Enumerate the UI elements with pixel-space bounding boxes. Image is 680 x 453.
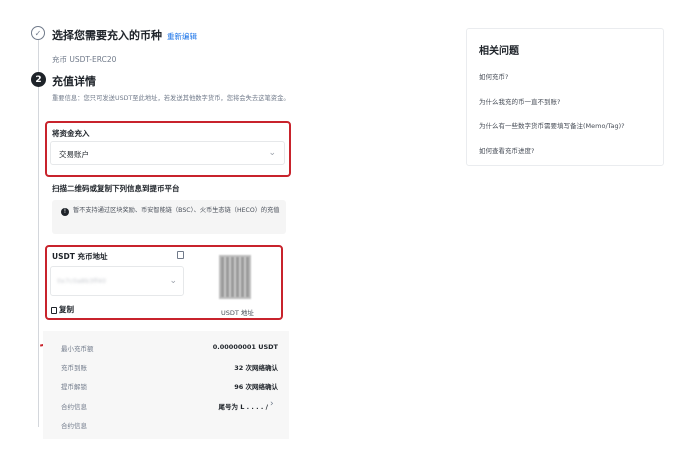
faq-link[interactable]: 如何充币?	[479, 71, 508, 81]
info-icon: !	[61, 208, 69, 216]
chevron-down-icon: ⌄	[268, 148, 276, 158]
address-label: USDT 充币地址	[52, 252, 108, 261]
address-field[interactable]: 0x7c0a8b3ff40 ⌄	[50, 266, 184, 296]
related-questions-card: 相关问题 如何充币? 为什么我充的币一直不到账? 为什么有一些数字货币需要填写备…	[466, 28, 664, 166]
detail-label: 充币到账	[61, 364, 87, 372]
detail-label: 合约信息	[61, 422, 87, 430]
deposit-to-value: 交易账户	[59, 150, 89, 159]
detail-label: 最小充币额	[61, 345, 94, 353]
faq-link[interactable]: 为什么我充的币一直不到账?	[479, 96, 560, 106]
stepper-line	[38, 87, 39, 427]
copy-label: 复制	[59, 305, 74, 314]
contract-value[interactable]: 尾号为 L . . . . /	[219, 401, 268, 411]
selected-coin: 充币 USDT-ERC20	[52, 55, 117, 64]
edit-coin-link[interactable]: 重新编辑	[167, 31, 197, 42]
scan-heading: 扫描二维码或复制下列信息到提币平台	[52, 184, 180, 193]
copy-icon	[51, 306, 57, 314]
chevron-right-icon[interactable]: ›	[270, 399, 274, 409]
step-number: 2	[31, 72, 46, 87]
detail-label: 提币解锁	[61, 383, 87, 391]
detail-value: 32 次网络确认	[234, 364, 278, 372]
faq-link[interactable]: 如何查看充币进度?	[479, 145, 534, 155]
step-check-icon: ✓	[31, 26, 45, 40]
qr-toggle-icon[interactable]	[177, 251, 184, 259]
detail-value: 96 次网络确认	[234, 383, 278, 391]
stepper-line	[38, 40, 39, 72]
deposit-warning: 重要信息：您只可发送USDT至此地址，若发送其他数字货币，您将会失去这笔资金。	[52, 95, 290, 102]
detail-label: 合约信息	[61, 403, 87, 411]
qr-code	[219, 255, 251, 299]
faq-link[interactable]: 为什么有一些数字货币需要填写备注(Memo/Tag)?	[479, 120, 625, 130]
network-notice-text: 暂不支持通过区块奖励、币安智能链（BSC）、火币生态链（HECO）的充值	[73, 207, 280, 214]
network-notice: ! 暂不支持通过区块奖励、币安智能链（BSC）、火币生态链（HECO）的充值	[52, 200, 286, 234]
qr-caption: USDT 地址	[221, 309, 254, 317]
step1-title: 选择您需要充入的币种	[52, 29, 162, 42]
detail-value: 0.00000001 USDT	[212, 343, 278, 351]
step2-title: 充值详情	[52, 75, 96, 88]
chevron-down-icon: ⌄	[169, 276, 177, 286]
deposit-to-select[interactable]: 交易账户 ⌄	[50, 141, 285, 165]
deposit-to-label: 将资金充入	[52, 129, 90, 138]
copy-button[interactable]: 复制	[51, 304, 74, 315]
related-questions-title: 相关问题	[479, 46, 519, 57]
address-value: 0x7c0a8b3ff40	[57, 277, 106, 285]
